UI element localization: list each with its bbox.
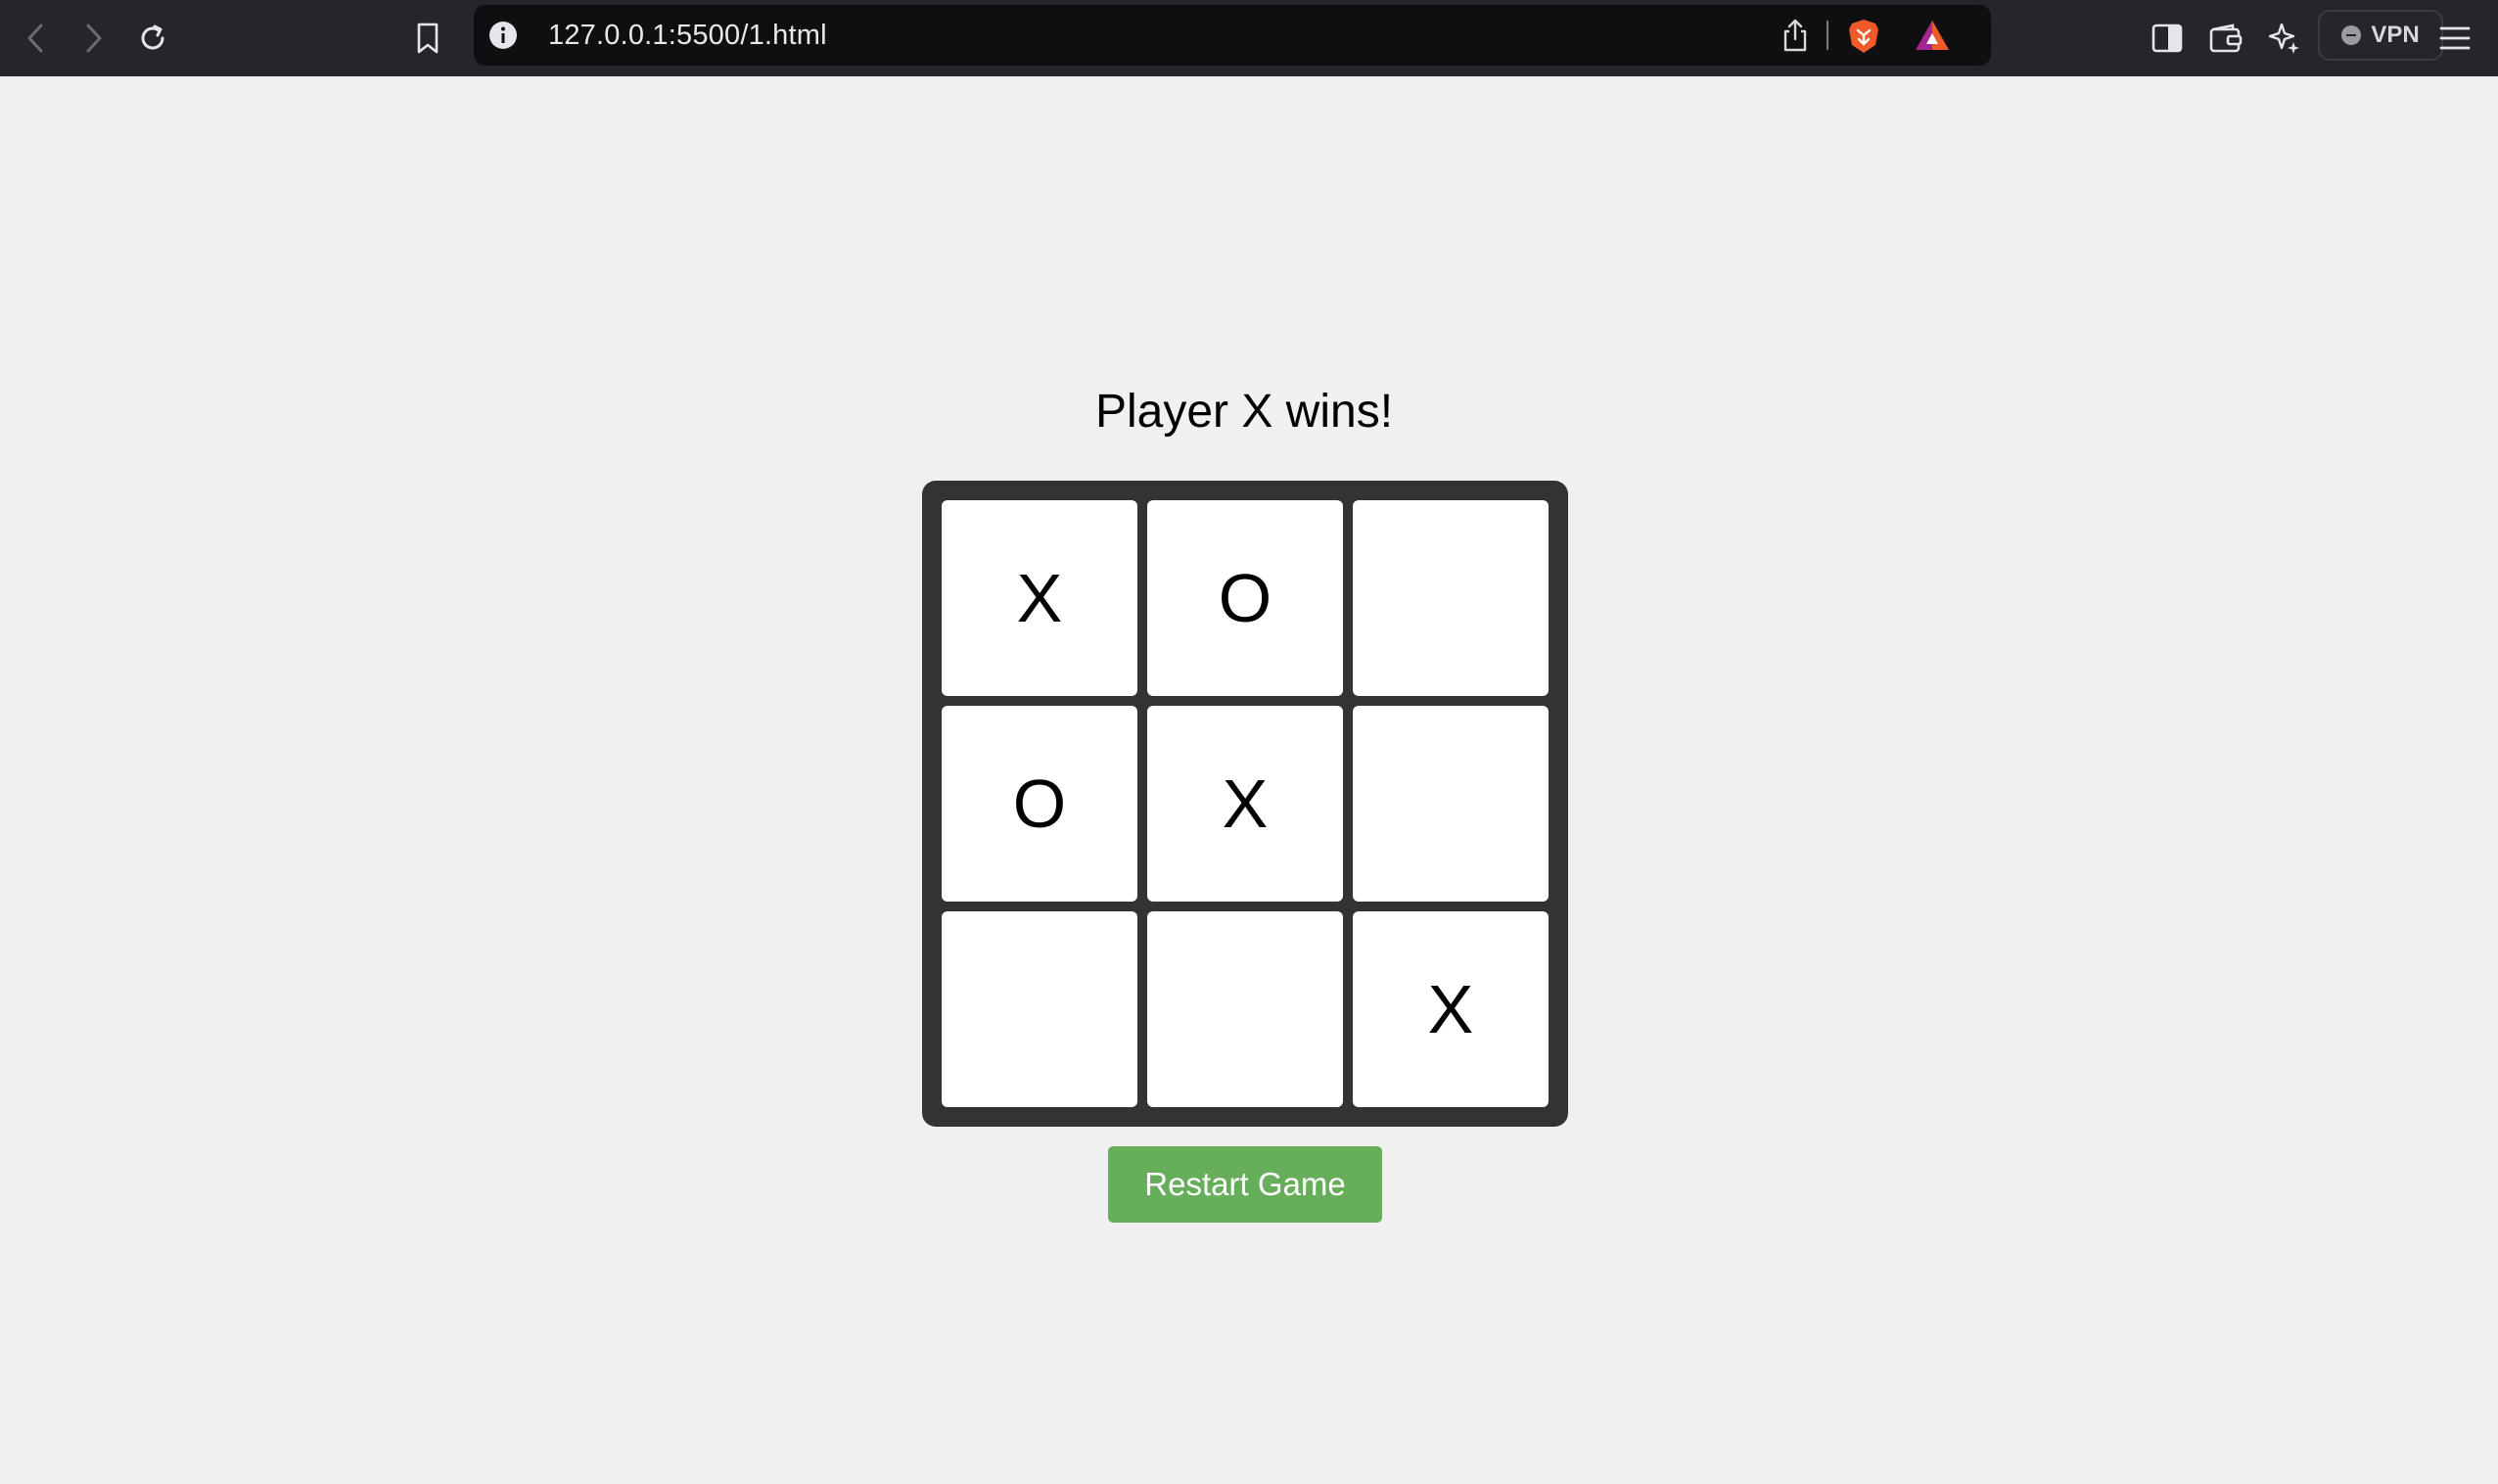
site-info-icon[interactable] [487,20,519,51]
board-cell-3[interactable] [1353,500,1549,696]
menu-icon[interactable] [2435,19,2475,58]
restart-game-button[interactable]: Restart Game [1108,1146,1382,1223]
brave-rewards-icon[interactable] [1913,18,1952,53]
wallet-icon[interactable] [2206,19,2245,58]
share-icon[interactable] [1780,18,1811,53]
url-divider [1827,21,1828,50]
sidebar-icon[interactable] [2148,19,2187,58]
board-cell-8[interactable] [1147,911,1343,1107]
board-cell-6[interactable] [1353,706,1549,902]
board-cell-2[interactable]: O [1147,500,1343,696]
forward-icon[interactable] [74,19,114,58]
address-bar[interactable]: 127.0.0.1:5500/1.html [474,5,1991,66]
brave-shields-icon[interactable] [1846,18,1881,53]
game-board: X O O X X [922,481,1568,1127]
vpn-label: VPN [2371,22,2420,48]
reload-icon[interactable] [133,19,172,58]
vpn-status-icon [2341,25,2362,45]
board-cell-4[interactable]: O [942,706,1137,902]
board-cell-1[interactable]: X [942,500,1137,696]
leo-ai-icon[interactable] [2265,19,2304,58]
browser-toolbar: 127.0.0.1:5500/1.html VPN [0,0,2498,76]
back-icon[interactable] [16,19,55,58]
board-cell-7[interactable] [942,911,1137,1107]
board-cell-5[interactable]: X [1147,706,1343,902]
vpn-button[interactable]: VPN [2318,10,2443,61]
board-cell-9[interactable]: X [1353,911,1549,1107]
bookmark-icon[interactable] [408,19,447,58]
url-text[interactable]: 127.0.0.1:5500/1.html [548,20,827,52]
game-status: Player X wins! [1094,386,1394,438]
